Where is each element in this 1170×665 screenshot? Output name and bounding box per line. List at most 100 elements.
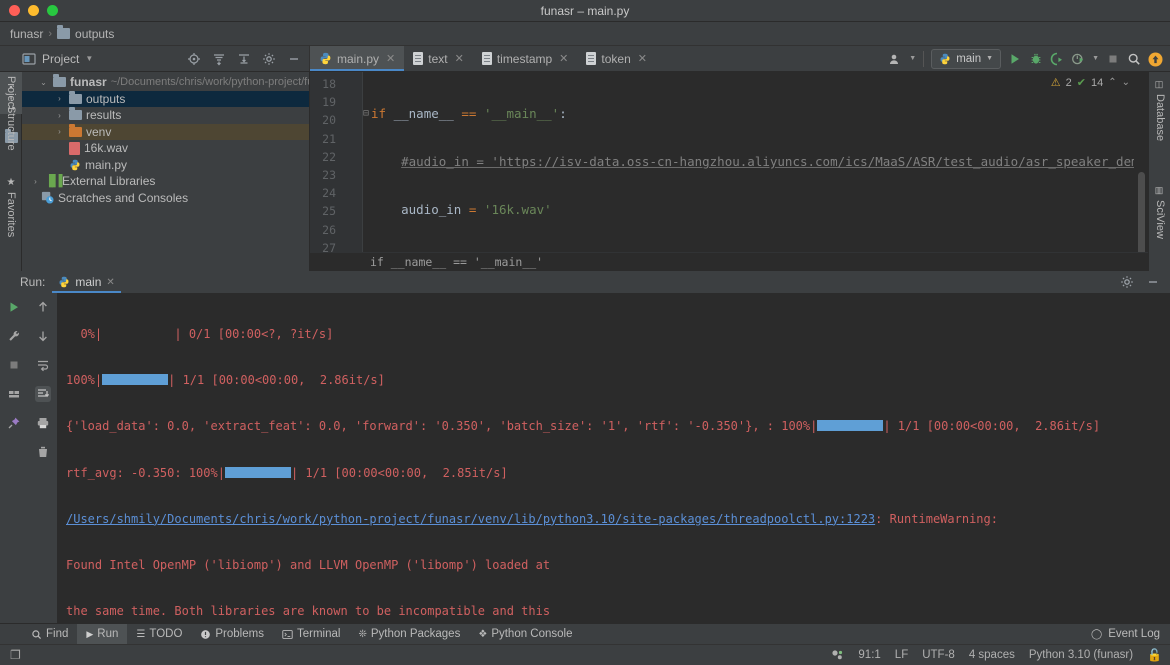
chevron-down-icon[interactable]: ▼ [909,55,916,62]
fold-icon[interactable]: ⊟ [363,105,369,123]
sidebar-item-sciview[interactable]: ▥ SciView [1149,182,1170,243]
run-console-output[interactable]: 0%| | 0/1 [00:00<?, ?it/s] 100%| | 1/1 [0… [58,293,1170,623]
coverage-icon[interactable] [1050,52,1064,66]
tree-node-outputs[interactable]: › outputs [22,90,309,107]
sidebar-item-database[interactable]: ◫ Database [1149,76,1170,145]
editor-tab-token[interactable]: token ✕ [577,46,656,71]
close-icon[interactable]: ✕ [386,52,395,65]
line-number-gutter[interactable]: 18 19 20 21 22 23 24 25 26 27 28 29 [310,72,362,252]
bottom-item-problems[interactable]: Problems [191,624,273,645]
editor-scroll-gutter[interactable] [1134,72,1148,252]
close-icon[interactable]: ✕ [455,52,464,65]
bottom-item-python-packages[interactable]: ❊ Python Packages [349,624,469,645]
chevron-down-icon[interactable]: ⌄ [1122,77,1130,88]
update-available-icon[interactable] [1148,52,1163,66]
tree-node-main-py[interactable]: main.py [22,157,309,174]
gear-icon[interactable] [1120,275,1134,289]
lock-icon[interactable]: 🔓 [1147,648,1162,662]
chevron-up-icon[interactable]: ⌃ [1108,77,1116,88]
minimize-icon[interactable] [1146,275,1160,289]
rerun-icon[interactable] [6,299,22,315]
run-tab-main[interactable]: main ✕ [52,271,122,293]
stop-icon[interactable] [6,357,22,373]
console-line: 0%| | 0/1 [00:00<?, ?it/s] [66,327,334,341]
chevron-right-icon[interactable]: › [30,177,41,186]
bottom-item-todo[interactable]: ☰ TODO [127,624,191,645]
close-icon[interactable]: ✕ [106,277,114,288]
run-icon[interactable] [1008,52,1022,66]
console-link[interactable]: /Users/shmily/Documents/chris/work/pytho… [66,512,875,526]
run-configuration-selector[interactable]: main ▼ [931,48,1002,69]
bottom-item-find[interactable]: Find [22,624,77,645]
tree-node-scratches[interactable]: Scratches and Consoles [22,190,309,207]
chevron-down-icon[interactable]: ▼ [986,55,993,62]
folder-blue-icon [53,74,66,88]
chevron-down-icon[interactable]: ▼ [85,54,93,63]
chevron-down-icon[interactable]: ⌄ [38,78,49,87]
python-interpreter[interactable]: Python 3.10 (funasr) [1029,649,1133,661]
tree-node-16k-wav[interactable]: 16k.wav [22,140,309,157]
sidebar-item-structure[interactable]: ▪▫ Structure [0,78,22,155]
bottom-item-run[interactable]: ▶ Run [77,623,128,645]
chevron-right-icon[interactable]: › [54,94,65,103]
tree-node-results[interactable]: › results [22,107,309,124]
close-icon[interactable]: ✕ [559,52,568,65]
pin-icon[interactable] [6,415,22,431]
inspection-widget[interactable]: ⚠ 2 ✔ 14 ⌃ ⌄ [1051,76,1130,90]
caret-position[interactable]: 91:1 [858,649,880,661]
chevron-down-icon[interactable]: ▼ [1092,55,1099,62]
editor-tab-main-py[interactable]: main.py ✕ [310,46,405,71]
line-separator[interactable]: LF [895,649,908,661]
tree-node-venv[interactable]: › venv [22,123,309,140]
debug-icon[interactable] [1029,52,1043,66]
zoom-window-button[interactable] [47,5,58,16]
event-log-button[interactable]: ◯ Event Log [1091,628,1170,640]
code-text[interactable]: ⊟ if __name__ == '__main__': #audio_in = … [362,72,1134,252]
code-area[interactable]: 18 19 20 21 22 23 24 25 26 27 28 29 ⊟if … [310,72,1148,252]
layout-icon[interactable] [6,386,22,402]
search-icon[interactable] [1127,52,1141,66]
arrow-up-icon[interactable] [35,299,51,315]
breadcrumb-current[interactable]: outputs [75,27,114,41]
close-icon[interactable]: ✕ [638,52,647,65]
chevron-right-icon[interactable]: › [54,111,65,120]
trash-icon[interactable] [35,444,51,460]
vcs-icon[interactable] [830,648,844,662]
expand-all-icon[interactable] [212,52,226,66]
tree-node-external-libraries[interactable]: › ▐▌▌ External Libraries [22,173,309,190]
hide-panel-icon[interactable] [287,52,301,66]
soft-wrap-icon[interactable] [35,357,51,373]
show-tool-windows-icon[interactable]: ❐ [10,648,21,662]
bottom-item-terminal[interactable]: Terminal [273,624,349,645]
file-encoding[interactable]: UTF-8 [922,649,955,661]
editor-tab-timestamp[interactable]: timestamp ✕ [473,46,578,71]
wrench-icon[interactable] [6,328,22,344]
folder-icon [57,25,71,39]
close-window-button[interactable] [9,5,20,16]
minimize-window-button[interactable] [28,5,39,16]
sidebar-item-favorites[interactable]: ★ Favorites [0,173,22,241]
profile-icon[interactable] [1071,52,1085,66]
arrow-down-icon[interactable] [35,328,51,344]
tree-node-funasr[interactable]: ⌄ funasr ~/Documents/chris/work/python-p… [22,74,309,91]
scroll-to-end-icon[interactable] [34,386,51,402]
locate-icon[interactable] [187,52,201,66]
editor-vertical-scrollbar[interactable] [1138,172,1145,252]
star-icon: ★ [5,176,17,188]
navigation-bar[interactable]: funasr › outputs [0,22,1170,46]
project-label[interactable]: Project [42,52,79,66]
project-tree[interactable]: ⌄ funasr ~/Documents/chris/work/python-p… [22,72,310,271]
editor-tab-text[interactable]: text ✕ [404,46,473,71]
breadcrumb-project[interactable]: funasr [10,27,43,41]
bottom-item-python-console[interactable]: ❖ Python Console [469,624,581,645]
indent-setting[interactable]: 4 spaces [969,649,1015,661]
editor-tabs[interactable]: main.py ✕ text ✕ timestamp ✕ token ✕ [310,46,881,71]
stop-icon[interactable] [1106,52,1120,66]
chevron-right-icon[interactable]: › [54,127,65,136]
collapse-all-icon[interactable] [237,52,251,66]
print-icon[interactable] [35,415,51,431]
gear-icon[interactable] [262,52,276,66]
window-controls[interactable] [0,5,58,16]
code-editor[interactable]: ⚠ 2 ✔ 14 ⌃ ⌄ 18 19 20 21 22 23 24 25 26 [310,72,1148,271]
user-profile-icon[interactable] [888,52,902,66]
